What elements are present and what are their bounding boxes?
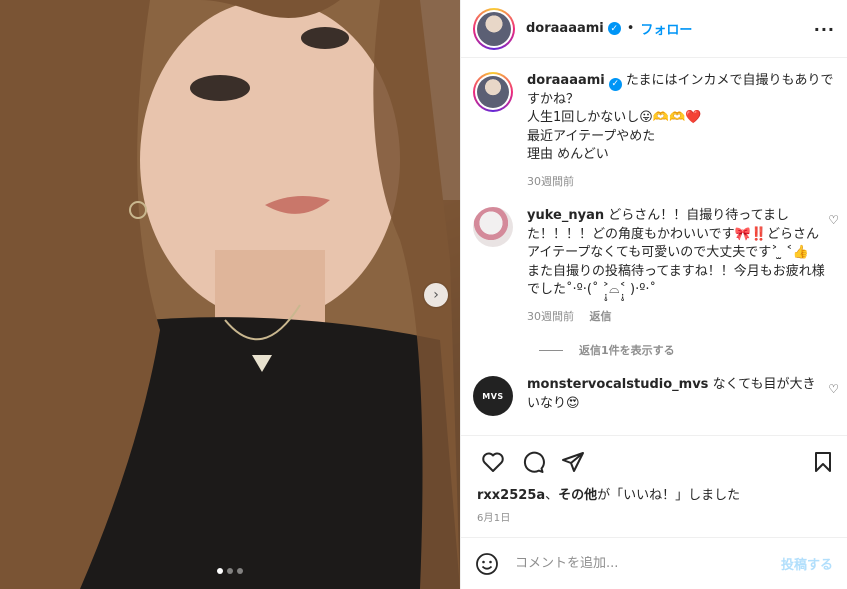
commenter-username[interactable]: yuke_nyan [527,208,604,223]
likes-others-link[interactable]: その他 [558,488,597,503]
author-username[interactable]: doraaaami [526,21,604,36]
like-heart-icon[interactable] [473,442,513,482]
add-comment-bar: 投稿する [461,537,847,589]
likes-suffix: が「いいね！」しました [597,488,741,503]
likes-summary: rxx2525a、その他が「いいね！」しました [477,488,741,503]
post-comment-button[interactable]: 投稿する [781,554,833,573]
post-photo[interactable]: › [0,0,460,589]
selfie-illustration [0,0,460,589]
caption: doraaaami ✓ たまにはインカメで自撮りもありですかね？ 人生1回しかない… [473,72,835,191]
author-avatar[interactable] [473,7,515,50]
bookmark-icon[interactable] [803,442,843,482]
comment-text: また自撮りの投稿待ってますね！！今月もお疲れ様でした˚‧º·(˚ ˃̣̣̥⌓˂̣… [527,263,825,298]
comment: MVS monstervocalstudio_mvs なくても目が大きいなり😍 … [473,376,839,417]
post-sidebar: doraaaami ✓ • フォロー ··· doraaaami ✓ たまにはイン… [460,0,847,589]
verified-badge-icon: ✓ [607,22,621,35]
separator-dot: • [626,21,635,36]
verified-badge-icon: ✓ [608,77,622,91]
comment: yuke_nyan どらさん！！自撮り待ってました！！！！どの角度もかわいいです… [473,207,839,326]
carousel-dot [217,568,223,574]
view-replies-label: 返信1件を表示する [579,344,675,358]
chevron-right-icon: › [433,287,439,303]
commenter-username[interactable]: monstervocalstudio_mvs [527,377,708,392]
caption-line: 人生1回しかないし😛🫶🫶❤️ [527,110,702,126]
carousel-indicator [0,568,460,574]
liker-username[interactable]: rxx2525a [477,488,545,503]
caption-author-avatar[interactable] [473,72,513,112]
caption-line: 最近アイテープやめた [527,128,656,144]
comment-like-heart-icon[interactable]: ♡ [828,213,839,227]
more-horizontal-icon[interactable]: ··· [814,20,835,39]
commenter-avatar[interactable] [473,207,513,248]
view-replies-button[interactable]: 返信1件を表示する [539,342,835,358]
comment-bubble-icon[interactable] [513,442,553,482]
carousel-next-button[interactable]: › [424,283,448,307]
comment-like-heart-icon[interactable]: ♡ [828,382,839,396]
instagram-post: › doraaaami ✓ • フォロー ··· doraaaami ✓ たまに… [0,0,847,589]
commenter-avatar[interactable]: MVS [473,376,513,417]
comment-timestamp[interactable]: 30週間前 [527,310,574,323]
reply-button[interactable]: 返信 [590,310,612,323]
action-bar [461,435,847,487]
follow-button[interactable]: フォロー [640,19,692,38]
caption-line: 理由 めんどい [527,147,609,163]
post-header: doraaaami ✓ • フォロー ··· [461,0,847,58]
comment-input[interactable] [515,556,781,571]
carousel-dot [237,568,243,574]
post-date[interactable]: 6月1日 [461,505,847,524]
caption-username[interactable]: doraaaami [527,73,605,88]
caption-timestamp[interactable]: 30週間前 [527,175,574,188]
carousel-dot [227,568,233,574]
comments-section: doraaaami ✓ たまにはインカメで自撮りもありですかね？ 人生1回しかない… [461,58,847,435]
share-paper-plane-icon[interactable] [553,442,593,482]
emoji-smiley-icon[interactable] [475,552,499,576]
